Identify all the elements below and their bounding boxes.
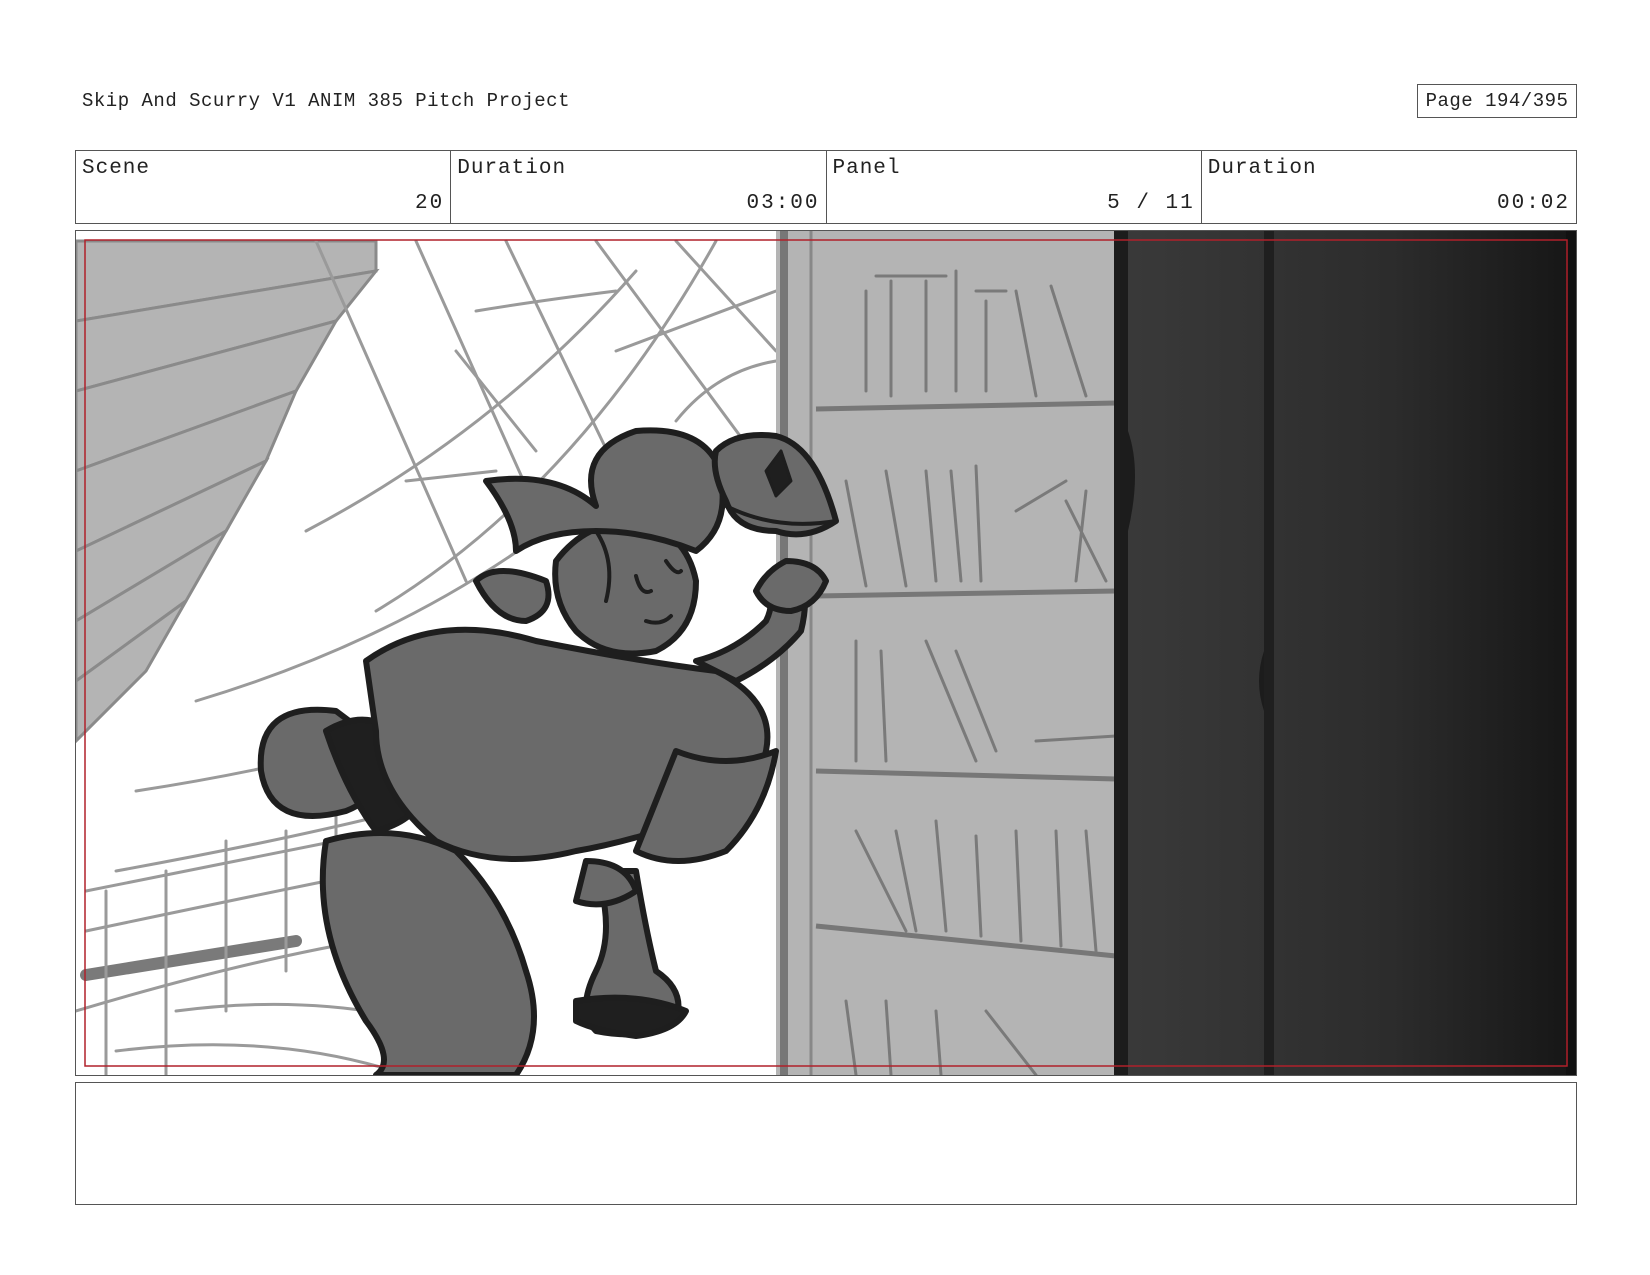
panel-duration-value: 00:02	[1496, 192, 1570, 215]
scene-cell: Scene 20	[76, 151, 452, 223]
scene-duration-value: 03:00	[746, 192, 820, 215]
storyboard-frame	[75, 230, 1577, 1076]
scene-duration-cell: Duration 03:00	[451, 151, 827, 223]
panel-value: 5 / 11	[1107, 192, 1195, 215]
panel-info-bar: Scene 20 Duration 03:00 Panel 5 / 11 Dur…	[75, 150, 1577, 224]
dark-wall	[1114, 231, 1576, 1075]
scene-label: Scene	[82, 157, 151, 180]
scene-duration-label: Duration	[457, 157, 567, 180]
page-number-box: Page 194/395	[1417, 84, 1577, 118]
scene-value: 20	[415, 192, 445, 215]
panel-cell: Panel 5 / 11	[827, 151, 1202, 223]
panel-label: Panel	[832, 157, 901, 180]
notes-box	[75, 1082, 1577, 1205]
storyboard-drawing	[76, 231, 1576, 1075]
bookshelf	[776, 231, 1118, 1075]
panel-duration-label: Duration	[1207, 157, 1317, 180]
panel-duration-cell: Duration 00:02	[1202, 151, 1576, 223]
project-title: Skip And Scurry V1 ANIM 385 Pitch Projec…	[82, 90, 570, 112]
